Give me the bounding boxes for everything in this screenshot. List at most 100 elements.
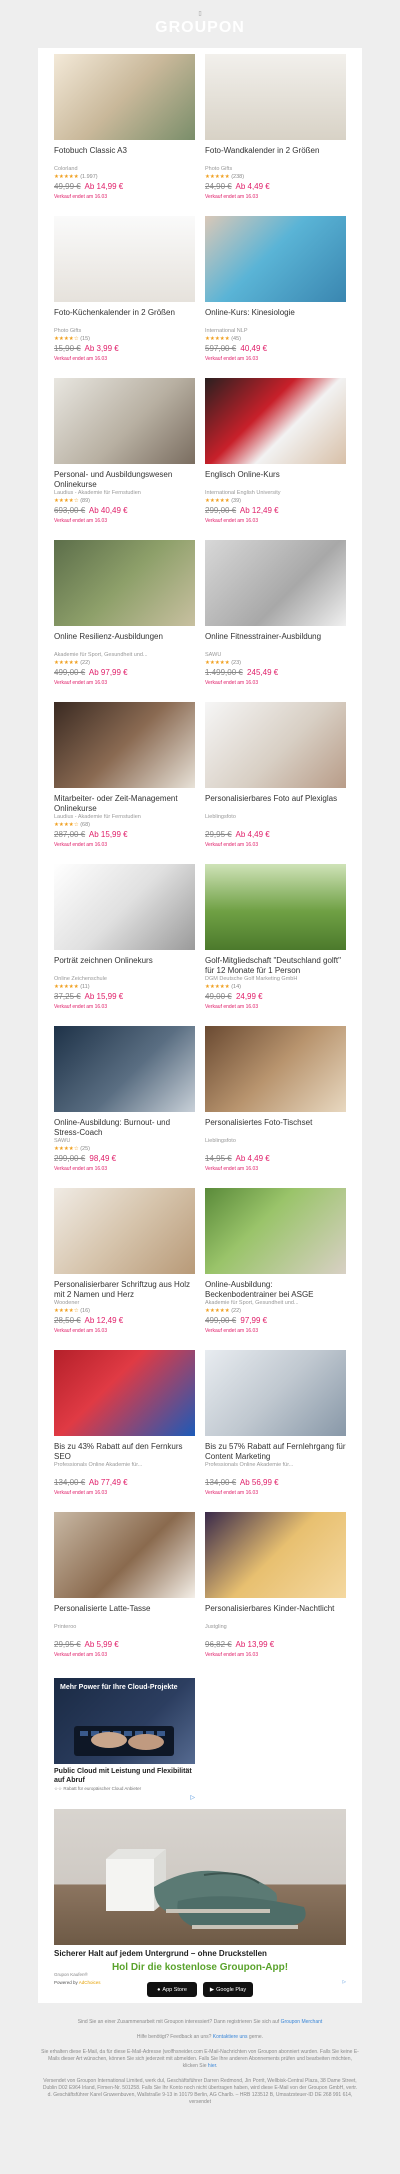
deal-merchant: International NLP bbox=[205, 328, 248, 334]
deal-rating bbox=[205, 1632, 346, 1639]
deal-price: 597,00 € 40,49 € bbox=[205, 344, 346, 354]
ad-shoes-title[interactable]: Sicherer Halt auf jedem Untergrund – ohn… bbox=[54, 1949, 346, 1958]
deal-title[interactable]: Golf-Mitgliedschaft "Deutschland golft" … bbox=[205, 956, 346, 975]
deal-price: 29,95 € Ab 4,49 € bbox=[205, 830, 346, 840]
deal-title[interactable]: Online Fitnesstrainer-Ausbildung bbox=[205, 632, 346, 651]
deal-title[interactable]: Online-Ausbildung: Burnout- und Stress-C… bbox=[54, 1118, 195, 1137]
deal-rating: ★★★★★ (22) bbox=[205, 1308, 346, 1315]
deal-rating: ★★★★★ (1.997) bbox=[54, 174, 195, 181]
unsubscribe-link[interactable]: hier bbox=[208, 2063, 216, 2069]
sale-end-text: Verkauf endet am 16.03 bbox=[205, 1328, 259, 1334]
deal-card[interactable]: Personalisierte Latte-Tasse Printeroo 29… bbox=[54, 1512, 195, 1674]
deal-image[interactable] bbox=[205, 540, 346, 626]
deal-image[interactable] bbox=[54, 702, 195, 788]
google-play-button[interactable]: ▶ Google Play bbox=[203, 1982, 253, 1997]
deal-card[interactable]: Bis zu 57% Rabatt auf Fernlehrgang für C… bbox=[205, 1350, 346, 1512]
deal-image[interactable] bbox=[54, 540, 195, 626]
deal-rating bbox=[54, 1632, 195, 1639]
deal-title[interactable]: Personalisierte Latte-Tasse bbox=[54, 1604, 195, 1623]
deal-title[interactable]: Personalisierbares Foto auf Plexiglas bbox=[205, 794, 346, 813]
deal-title[interactable]: Fotobuch Classic A3 bbox=[54, 146, 195, 165]
deal-image[interactable] bbox=[54, 1188, 195, 1274]
deal-title[interactable]: Bis zu 43% Rabatt auf den Fernkurs SEO bbox=[54, 1442, 195, 1461]
ad-cloud[interactable]: Mehr Power für Ihre Cloud-Projekte Publi… bbox=[54, 1678, 195, 1801]
deal-card[interactable]: Englisch Online-Kurs International Engli… bbox=[205, 378, 346, 540]
contact-link[interactable]: Kontaktiere uns bbox=[213, 2034, 248, 2040]
sale-end-text: Verkauf endet am 16.03 bbox=[205, 1490, 259, 1496]
old-price: 29,95 € bbox=[205, 830, 232, 839]
old-price: 299,00 € bbox=[54, 1154, 86, 1163]
deal-image[interactable] bbox=[54, 216, 195, 302]
deal-card[interactable]: Personalisierbarer Schriftzug aus Holz m… bbox=[54, 1188, 195, 1350]
star-rating-icon: ★★★★☆ bbox=[54, 822, 79, 828]
deal-image[interactable] bbox=[205, 1512, 346, 1598]
deal-title[interactable]: Foto-Küchenkalender in 2 Größen bbox=[54, 308, 195, 327]
deal-card[interactable]: Porträt zeichnen Onlinekurs Online Zeich… bbox=[54, 864, 195, 1026]
new-price: Ab 4,49 € bbox=[235, 830, 270, 839]
deal-rating: ★★★★★ (14) bbox=[205, 984, 346, 991]
ad-cloud-image[interactable]: Mehr Power für Ihre Cloud-Projekte bbox=[54, 1678, 195, 1764]
deal-image[interactable] bbox=[54, 864, 195, 950]
deal-card[interactable]: Personalisierbares Foto auf Plexiglas Li… bbox=[205, 702, 346, 864]
deal-image[interactable] bbox=[205, 378, 346, 464]
deal-card[interactable]: Online-Ausbildung: Beckenbodentrainer be… bbox=[205, 1188, 346, 1350]
review-count: (15) bbox=[80, 336, 90, 342]
ad-cloud-title[interactable]: Public Cloud mit Leistung und Flexibilit… bbox=[54, 1768, 195, 1785]
app-store-button[interactable]: ● App Store bbox=[147, 1982, 197, 1997]
deal-image[interactable] bbox=[54, 54, 195, 140]
ad-shoes[interactable]: Sicherer Halt auf jedem Untergrund – ohn… bbox=[54, 1809, 346, 1985]
star-rating-icon: ★★★★★ bbox=[54, 984, 79, 990]
deal-title[interactable]: Bis zu 57% Rabatt auf Fernlehrgang für C… bbox=[205, 1442, 346, 1461]
deal-card[interactable]: Mitarbeiter- oder Zeit-Management Online… bbox=[54, 702, 195, 864]
app-promo-title[interactable]: Hol Dir die kostenlose Groupon-App! bbox=[0, 1962, 400, 1973]
deal-image[interactable] bbox=[205, 864, 346, 950]
deal-image[interactable] bbox=[54, 378, 195, 464]
deal-image[interactable] bbox=[205, 54, 346, 140]
deal-title[interactable]: Personalisiertes Foto-Tischset bbox=[205, 1118, 346, 1137]
sale-end-text: Verkauf endet am 16.03 bbox=[205, 842, 259, 848]
deal-title[interactable]: Foto-Wandkalender in 2 Größen bbox=[205, 146, 346, 165]
deal-card[interactable]: Foto-Wandkalender in 2 Größen Photo Gift… bbox=[205, 54, 346, 216]
merchant-text: Sind Sie an einer Zusammenarbeit mit Gro… bbox=[41, 2019, 359, 2026]
groupon-logo[interactable]: GROUPON bbox=[0, 19, 400, 37]
deal-card[interactable]: Foto-Küchenkalender in 2 Größen Photo Gi… bbox=[54, 216, 195, 378]
deal-title[interactable]: Personalisierbares Kinder-Nachtlicht bbox=[205, 1604, 346, 1623]
deal-image[interactable] bbox=[205, 702, 346, 788]
deal-title[interactable]: Online-Ausbildung: Beckenbodentrainer be… bbox=[205, 1280, 346, 1299]
deal-image[interactable] bbox=[205, 1188, 346, 1274]
deal-card[interactable]: Online-Ausbildung: Burnout- und Stress-C… bbox=[54, 1026, 195, 1188]
deal-title[interactable]: Online Resilienz-Ausbildungen bbox=[54, 632, 195, 651]
merchant-link[interactable]: Groupon Merchant bbox=[281, 2019, 323, 2025]
deal-image[interactable] bbox=[205, 1026, 346, 1112]
review-count: (11) bbox=[80, 984, 90, 990]
deal-image[interactable] bbox=[54, 1512, 195, 1598]
deal-card[interactable]: Online Fitnesstrainer-Ausbildung SAWU ★★… bbox=[205, 540, 346, 702]
deal-price: 693,00 € Ab 40,49 € bbox=[54, 506, 195, 516]
deal-image[interactable] bbox=[205, 1350, 346, 1436]
star-rating-icon: ★★★★★ bbox=[205, 498, 230, 504]
ad-shoes-image[interactable] bbox=[54, 1809, 346, 1945]
deal-card[interactable]: Personal- und Ausbildungswesen Onlinekur… bbox=[54, 378, 195, 540]
deal-card[interactable]: Personalisierbares Kinder-Nachtlicht Jus… bbox=[205, 1512, 346, 1674]
old-price: 134,00 € bbox=[54, 1478, 86, 1487]
deal-card[interactable]: Online-Kurs: Kinesiologie International … bbox=[205, 216, 346, 378]
deal-card[interactable]: Personalisiertes Foto-Tischset Lieblings… bbox=[205, 1026, 346, 1188]
deal-card[interactable]: Online Resilienz-Ausbildungen Akademie f… bbox=[54, 540, 195, 702]
deal-title[interactable]: Porträt zeichnen Onlinekurs bbox=[54, 956, 195, 975]
deal-card[interactable]: Fotobuch Classic A3 Colorland ★★★★★ (1.9… bbox=[54, 54, 195, 216]
old-price: 499,00 € bbox=[54, 668, 86, 677]
deal-card[interactable]: Golf-Mitgliedschaft "Deutschland golft" … bbox=[205, 864, 346, 1026]
deal-image[interactable] bbox=[205, 216, 346, 302]
deal-title[interactable]: Mitarbeiter- oder Zeit-Management Online… bbox=[54, 794, 195, 813]
deal-image[interactable] bbox=[54, 1026, 195, 1112]
deal-title[interactable]: Englisch Online-Kurs bbox=[205, 470, 346, 489]
deal-image[interactable] bbox=[54, 1350, 195, 1436]
deal-title[interactable]: Online-Kurs: Kinesiologie bbox=[205, 308, 346, 327]
deal-card[interactable]: Bis zu 43% Rabatt auf den Fernkurs SEO P… bbox=[54, 1350, 195, 1512]
deal-rating: ★★★★☆ (15) bbox=[54, 336, 195, 343]
deal-title[interactable]: Personal- und Ausbildungswesen Onlinekur… bbox=[54, 470, 195, 489]
adchoices-icon[interactable]: ▷ bbox=[54, 1794, 195, 1801]
deal-title[interactable]: Personalisierbarer Schriftzug aus Holz m… bbox=[54, 1280, 195, 1299]
old-price: 499,00 € bbox=[205, 1316, 237, 1325]
deal-merchant: Colorland bbox=[54, 166, 78, 172]
